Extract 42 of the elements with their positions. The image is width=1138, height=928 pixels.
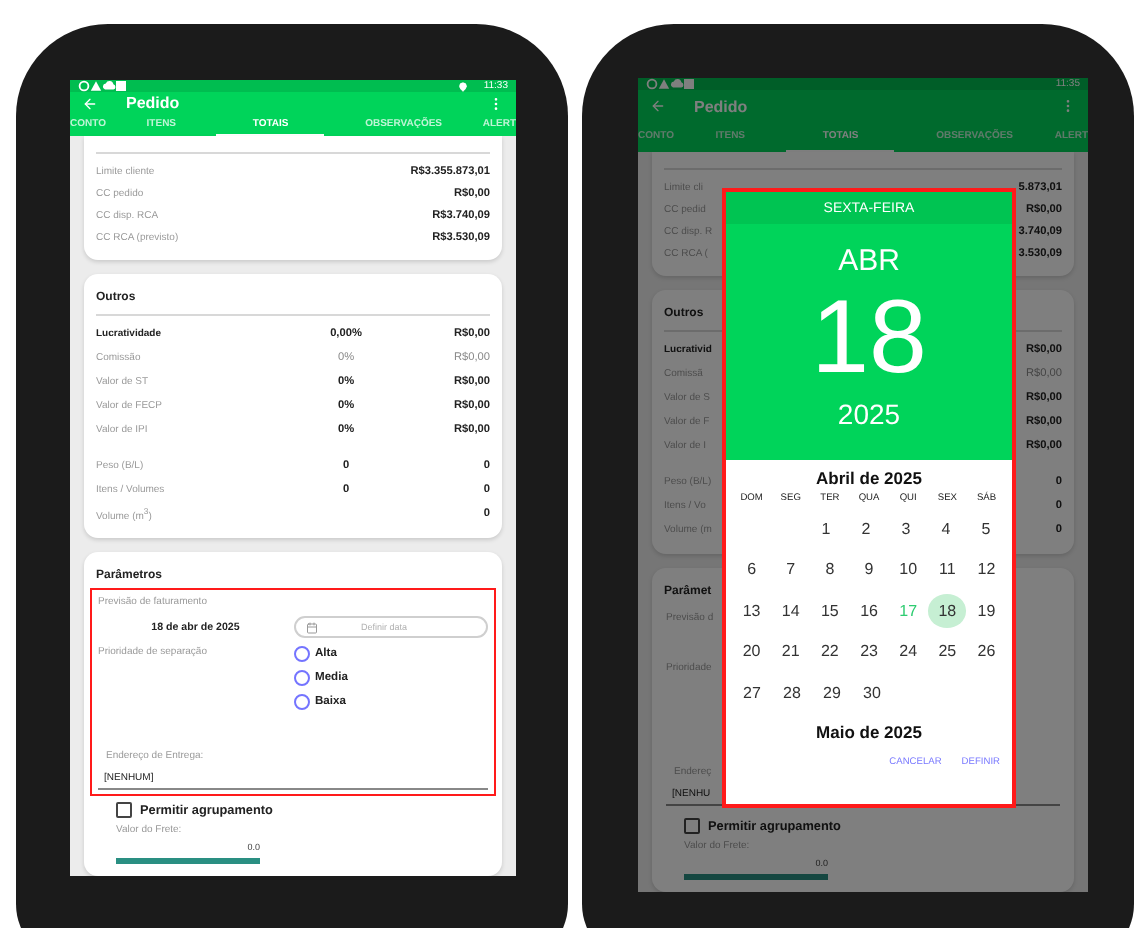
calendar-icon: [305, 621, 317, 633]
calendar-day[interactable]: 8: [810, 552, 850, 587]
dialog-month: ABR: [838, 244, 900, 278]
calendar-day[interactable]: 14: [771, 593, 811, 628]
calendar-day[interactable]: 25: [927, 634, 967, 669]
calendar-day[interactable]: 18: [927, 593, 967, 628]
location-icon: [457, 81, 468, 91]
calendar-day[interactable]: 28: [772, 675, 812, 710]
status-icons-drawing: [646, 78, 694, 91]
calendar-day[interactable]: 24: [888, 634, 928, 669]
calendar-day[interactable]: 22: [810, 634, 850, 669]
app-title: Pedido: [694, 97, 748, 116]
calendar-day[interactable]: 26: [966, 634, 1007, 669]
calendar-month-title: Maio de 2025: [814, 721, 924, 741]
calendar-day[interactable]: 7: [771, 552, 811, 587]
calendar-day[interactable]: 1: [806, 511, 846, 546]
calendar-day[interactable]: 10: [888, 552, 928, 587]
dialog-year: 2025: [837, 398, 901, 430]
calendar-day[interactable]: 2: [846, 511, 886, 546]
calendar-day[interactable]: 6: [732, 552, 772, 587]
calendar-day[interactable]: 20: [732, 634, 772, 669]
back-icon[interactable]: [650, 98, 666, 115]
app-title: Pedido: [126, 94, 180, 113]
calendar-day[interactable]: 19: [966, 593, 1007, 628]
calendar-day[interactable]: 29: [812, 675, 852, 710]
calendar-day[interactable]: 21: [771, 634, 811, 669]
calendar-month-title: Abril de 2025: [814, 468, 924, 488]
calendar-day[interactable]: 27: [732, 675, 772, 710]
calendar-day[interactable]: 9: [849, 552, 889, 587]
calendar-day[interactable]: 4: [926, 511, 966, 546]
calendar-day[interactable]: 30: [852, 675, 892, 710]
dialog-day: 18: [811, 286, 927, 390]
calendar-day[interactable]: 13: [732, 593, 772, 628]
calendar-day[interactable]: 3: [886, 511, 926, 546]
calendar-day[interactable]: 5: [966, 511, 1006, 546]
back-icon[interactable]: [82, 95, 98, 112]
calendar-day[interactable]: 12: [966, 552, 1007, 587]
calendar-day[interactable]: 11: [927, 552, 967, 587]
calendar-day[interactable]: 15: [810, 593, 850, 628]
calendar-day[interactable]: 23: [849, 634, 889, 669]
status-icons-drawing: [78, 80, 126, 92]
calendar-day[interactable]: 16: [849, 593, 889, 628]
